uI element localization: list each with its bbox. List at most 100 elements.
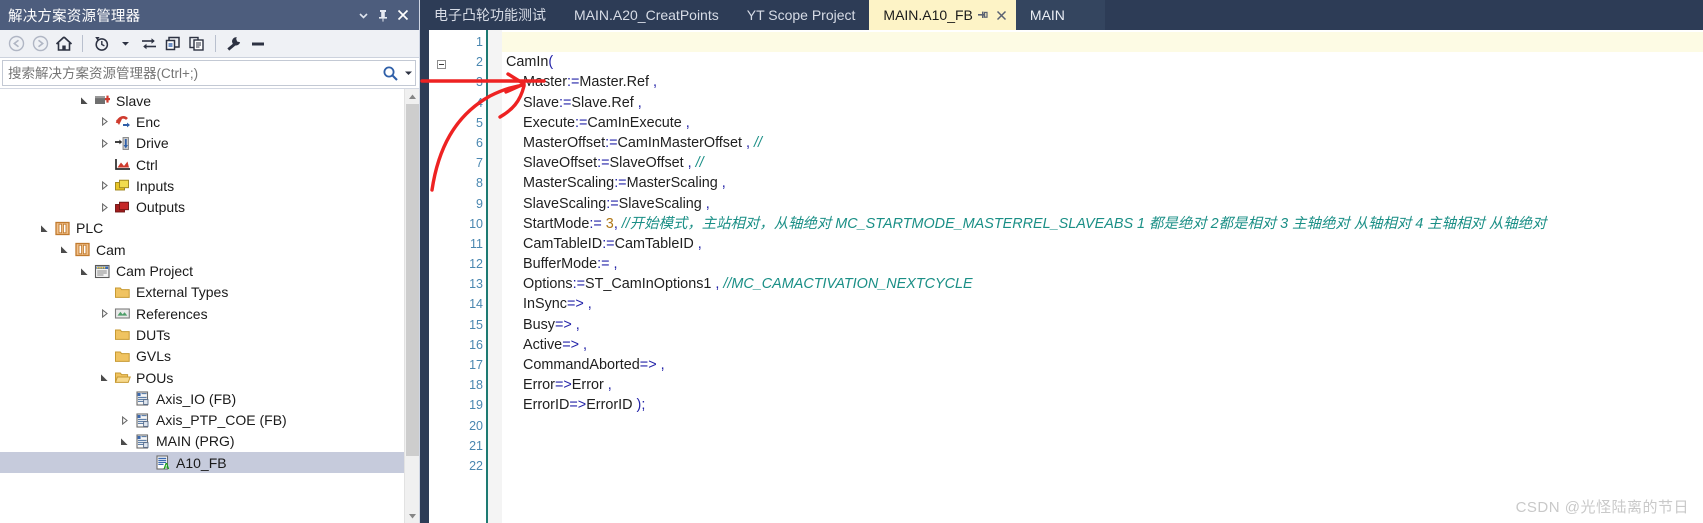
tree-item-label: Cam [96, 241, 126, 258]
code-line[interactable]: CamTableID:=CamTableID , [502, 234, 1703, 254]
line-number-gutter: 1 2 3 4 5 6 7 8 9 10 11 12 13 14 15 16 17 18 19 20 21 22 [454, 30, 486, 523]
pending-changes-icon[interactable] [90, 33, 112, 55]
chevron-down-icon[interactable] [114, 33, 136, 55]
code-line[interactable]: CamIn( [502, 52, 1703, 72]
tree-item-outputs[interactable]: Outputs [0, 196, 404, 217]
code-line[interactable]: Busy=> , [502, 315, 1703, 335]
code-token-plain: ErrorID [586, 397, 633, 414]
editor-fold-margin[interactable] [429, 30, 454, 523]
code-line[interactable] [502, 416, 1703, 436]
code-line[interactable]: Active=> , [502, 335, 1703, 355]
code-line[interactable]: CommandAborted=> , [502, 355, 1703, 375]
code-line[interactable]: Error=>Error , [502, 375, 1703, 395]
chevron-down-icon[interactable] [402, 69, 415, 77]
tree-item-cam-project[interactable]: Cam Project [0, 260, 404, 281]
tab-pin-icon[interactable] [973, 9, 992, 21]
expander-expanded-icon[interactable] [36, 224, 52, 233]
code-line[interactable]: MasterScaling:=MasterScaling , [502, 173, 1703, 193]
tree-item-a10-fb[interactable]: A A10_FB [0, 452, 404, 474]
tab-[interactable]: 电子凸轮功能测试 [420, 0, 560, 30]
search-icon[interactable] [378, 65, 402, 82]
code-line[interactable]: Execute:=CamInExecute , [502, 113, 1703, 133]
tree-item-inputs[interactable]: Inputs [0, 175, 404, 196]
tab-close-icon[interactable] [992, 10, 1012, 21]
tab-yt-scope-project[interactable]: YT Scope Project [733, 0, 870, 30]
expander-expanded-icon[interactable] [76, 96, 92, 105]
tree-vertical-scrollbar[interactable] [404, 89, 419, 523]
code-line[interactable]: SlaveScaling:=SlaveScaling , [502, 194, 1703, 214]
expander-expanded-icon[interactable] [76, 267, 92, 276]
code-editor[interactable]: 1 2 3 4 5 6 7 8 9 10 11 12 13 14 15 16 17 18 19 20 21 22 CamI… [420, 30, 1703, 523]
forward-icon[interactable] [29, 33, 51, 55]
expander-expanded-icon[interactable] [96, 373, 112, 382]
code-line[interactable]: InSync=> , [502, 294, 1703, 314]
solution-tree[interactable]: Slave Enc Drive Ctrl Inputs Outputs PLC Cam Cam … [0, 89, 404, 523]
tree-item-pous[interactable]: POUs [0, 367, 404, 388]
home-icon[interactable] [53, 33, 75, 55]
code-line[interactable]: ErrorID=>ErrorID ); [502, 395, 1703, 415]
code-line[interactable]: BufferMode:= , [502, 254, 1703, 274]
code-token-op: => [569, 397, 587, 414]
code-line[interactable] [502, 436, 1703, 456]
code-text-area[interactable]: CamIn(Master:=Master.Ref , Slave:=Slave.R… [502, 30, 1703, 523]
tree-item-axis-io-fb[interactable]: Axis_IO (FB) [0, 388, 404, 409]
back-icon[interactable] [5, 33, 27, 55]
line-number: 4 [476, 95, 483, 110]
code-line[interactable]: Options:=ST_CamInOptions1 , //MC_CAMACTI… [502, 274, 1703, 294]
tree-item-external-types[interactable]: External Types [0, 282, 404, 303]
scroll-up-button[interactable] [405, 89, 419, 104]
expander-collapsed-icon[interactable] [96, 202, 112, 212]
fold-collapse-icon[interactable] [437, 60, 446, 69]
tree-item-axis-ptp-coe-fb[interactable]: Axis_PTP_COE (FB) [0, 409, 404, 430]
code-token-op: => [567, 296, 584, 313]
wrench-icon[interactable] [223, 33, 245, 55]
close-icon[interactable] [393, 4, 413, 26]
collapse-all-icon[interactable] [247, 33, 269, 55]
show-all-files-icon[interactable] [162, 33, 184, 55]
properties-icon[interactable] [186, 33, 208, 55]
expander-collapsed-icon[interactable] [116, 415, 132, 425]
code-line[interactable]: Slave:=Slave.Ref , [502, 93, 1703, 113]
code-token-plain: Error [523, 377, 555, 394]
tab-main-a20-creatpoints[interactable]: MAIN.A20_CreatPoints [560, 0, 733, 30]
tree-item-main-prg[interactable]: MAIN (PRG) [0, 431, 404, 452]
encoder-icon [112, 114, 132, 129]
scroll-down-button[interactable] [405, 508, 419, 523]
code-line[interactable] [502, 456, 1703, 476]
tab-main[interactable]: MAIN [1015, 0, 1105, 30]
expander-collapsed-icon[interactable] [96, 138, 112, 148]
scrollbar-thumb[interactable] [406, 104, 419, 456]
expander-expanded-icon[interactable] [116, 437, 132, 446]
code-line[interactable]: StartMode:= 3, //开始模式，主站相对，从轴绝对 MC_START… [502, 214, 1703, 234]
expander-collapsed-icon[interactable] [96, 117, 112, 127]
tree-item-drive[interactable]: Drive [0, 133, 404, 154]
document-tabstrip[interactable]: 电子凸轮功能测试 MAIN.A20_CreatPoints YT Scope Pro… [420, 0, 1703, 30]
pin-icon[interactable] [373, 4, 393, 26]
tree-item-gvls[interactable]: GVLs [0, 346, 404, 367]
expander-collapsed-icon[interactable] [96, 181, 112, 191]
tree-item-cam[interactable]: Cam [0, 239, 404, 260]
expander-expanded-icon[interactable] [56, 245, 72, 254]
tree-item-enc[interactable]: Enc [0, 111, 404, 132]
search-input[interactable] [3, 64, 378, 82]
tree-item-references[interactable]: References [0, 303, 404, 324]
tab-main-a10-fb[interactable]: MAIN.A10_FB [869, 0, 1016, 30]
code-line[interactable]: SlaveOffset:=SlaveOffset , // [502, 153, 1703, 173]
chevron-down-icon[interactable] [353, 4, 373, 26]
code-line[interactable]: Master:=Master.Ref , [502, 72, 1703, 92]
tree-item-ctrl[interactable]: Ctrl [0, 154, 404, 175]
code-token-op: := [602, 235, 615, 252]
expander-collapsed-icon[interactable] [96, 309, 112, 319]
search-box[interactable] [2, 60, 416, 86]
code-token-op: := [572, 276, 586, 293]
tree-item-slave[interactable]: Slave [0, 90, 404, 111]
tree-item-plc[interactable]: PLC [0, 218, 404, 239]
tree-item-duts[interactable]: DUTs [0, 324, 404, 345]
line-number: 20 [469, 418, 483, 433]
tree-item-label: Axis_IO (FB) [156, 390, 237, 407]
code-line[interactable]: MasterOffset:=CamInMasterOffset , // [502, 133, 1703, 153]
code-line[interactable] [502, 32, 1703, 53]
tree-item-label: DUTs [136, 326, 171, 343]
code-token-plain: CamTableID [614, 235, 694, 252]
sync-icon[interactable] [138, 33, 160, 55]
